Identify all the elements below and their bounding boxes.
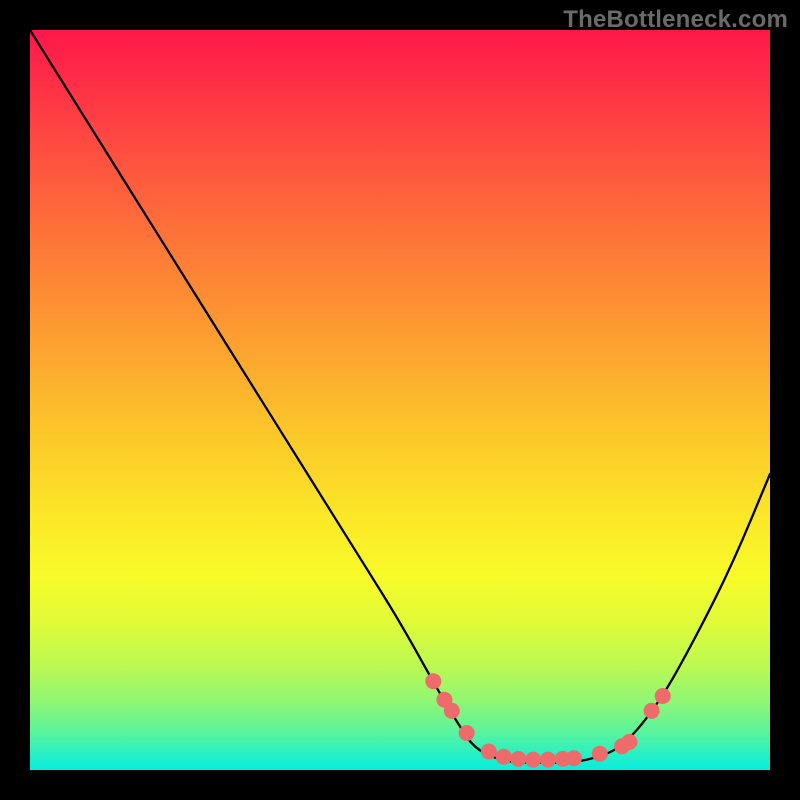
marker-dot bbox=[444, 703, 460, 719]
marker-dot bbox=[510, 751, 526, 767]
marker-dot bbox=[496, 749, 512, 765]
marker-dot bbox=[655, 688, 671, 704]
curve-svg bbox=[30, 30, 770, 770]
marker-dot bbox=[644, 703, 660, 719]
marker-dot bbox=[540, 752, 556, 768]
highlight-points bbox=[425, 673, 670, 767]
marker-dot bbox=[459, 725, 475, 741]
marker-dot bbox=[621, 734, 637, 750]
marker-dot bbox=[525, 752, 541, 768]
marker-dot bbox=[592, 746, 608, 762]
bottleneck-curve bbox=[30, 30, 770, 763]
marker-dot bbox=[425, 673, 441, 689]
plot-area bbox=[30, 30, 770, 770]
marker-dot bbox=[481, 744, 497, 760]
marker-dot bbox=[566, 750, 582, 766]
chart-container: TheBottleneck.com bbox=[0, 0, 800, 800]
